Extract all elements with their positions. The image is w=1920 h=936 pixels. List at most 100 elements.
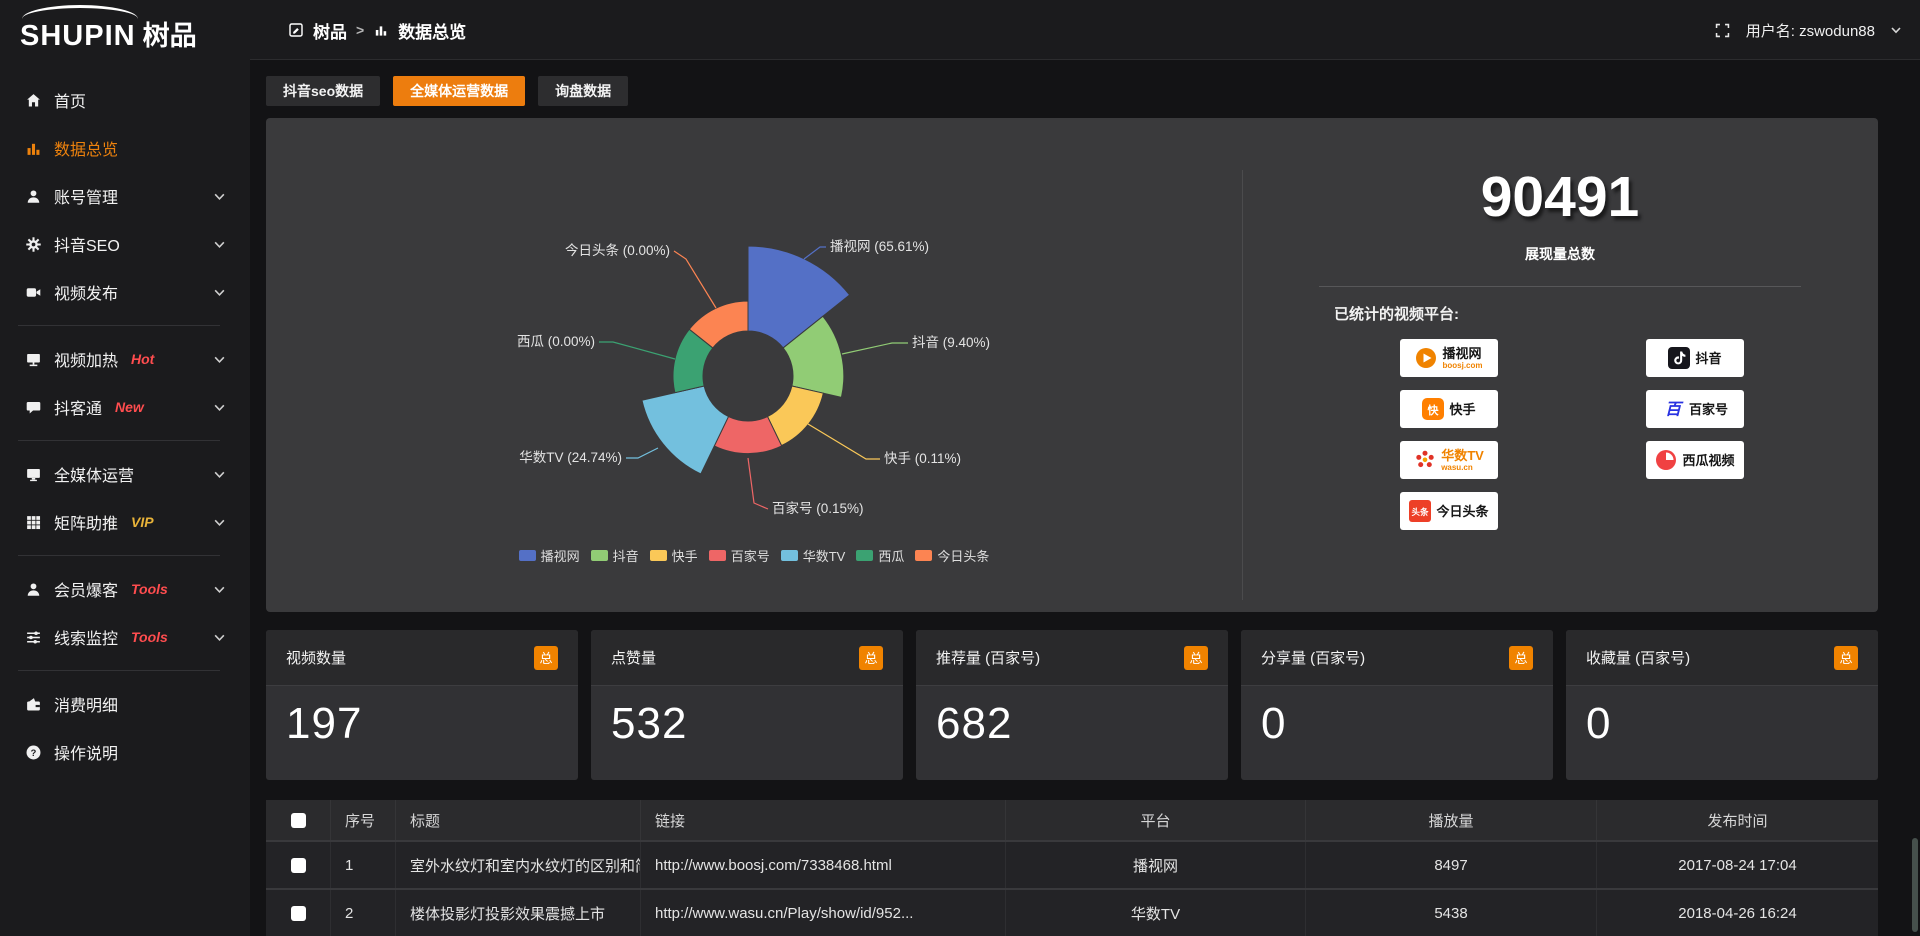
cell-index: 2 [330,890,395,936]
legend-label: 百家号 [731,546,770,565]
sidebar-item-badge: Tools [131,629,168,645]
tab-1[interactable]: 抖音seo数据 [266,76,380,106]
sidebar-item-3[interactable]: 账号管理 [0,172,250,220]
stat-card-1: 视频数量总197 [266,630,578,780]
sidebar-divider [18,670,220,671]
platform-badge-wasu: 华数TVwasu.cn [1400,441,1498,479]
sidebar-item-2[interactable]: 数据总览 [0,124,250,172]
wasu-logo-icon [1414,449,1436,471]
legend-item-5[interactable]: 华数TV [781,546,846,565]
sidebar-item-8[interactable]: 全媒体运营 [0,450,250,498]
bar-chart-icon [373,22,389,38]
table-header-row: 序号标题链接平台播放量发布时间 [266,800,1878,842]
legend-item-1[interactable]: 播视网 [519,546,580,565]
sidebar-item-label: 视频发布 [54,280,118,304]
pie-label-line [804,247,826,259]
breadcrumb-current: 数据总览 [398,18,466,43]
svg-text:头条: 头条 [1412,507,1430,517]
platform-column-2: 抖音百百家号西瓜视频 [1646,339,1744,530]
select-all-checkbox[interactable] [291,813,306,828]
chevron-down-icon [213,631,226,644]
cell-platform: 播视网 [1005,842,1305,888]
sidebar: 首页数据总览账号管理抖音SEO 视频发布视频加热Hot抖客通New 全媒体运营矩阵助… [0,60,250,936]
stat-card-title: 视频数量 [286,647,346,668]
stat-card-header: 点赞量总 [591,630,903,686]
legend-item-2[interactable]: 抖音 [591,546,639,565]
sidebar-item-13[interactable]: ?操作说明 [0,728,250,776]
sidebar-item-1[interactable]: 首页 [0,76,250,124]
platform-subtext: boosj.com [1442,362,1482,370]
sidebar-item-12[interactable]: 消费明细 [0,680,250,728]
platform-subtext: wasu.cn [1441,464,1473,472]
cell-title-link[interactable]: 室外水纹灯和室内水纹灯的区别和简介 [395,842,640,888]
sidebar-item-11[interactable]: 线索监控Tools [0,613,250,661]
platform-column-1: 播视网boosj.com快快手华数TVwasu.cn头条今日头条 [1400,339,1498,530]
row-checkbox[interactable] [291,858,306,873]
username[interactable]: 用户名: zswodun88 [1746,20,1875,41]
sidebar-item-badge: VIP [131,514,154,530]
legend-item-7[interactable]: 今日头条 [915,546,989,565]
sidebar-item-label: 全媒体运营 [54,462,134,486]
douyin-logo-icon [1668,347,1690,369]
legend-label: 西瓜 [878,546,904,565]
stat-card-header: 视频数量总 [266,630,578,686]
legend-item-4[interactable]: 百家号 [709,546,770,565]
stat-cards-row: 视频数量总197点赞量总532推荐量 (百家号)总682分享量 (百家号)总0收… [266,630,1878,780]
display-icon [24,466,42,483]
monitor-icon [24,351,42,368]
gear-icon [24,236,42,253]
stat-card-header: 分享量 (百家号)总 [1241,630,1553,686]
baijiahao-logo-icon: 百 [1662,398,1684,420]
chevron-down-icon [213,516,226,529]
pie-label: 播视网 (65.61%) [830,239,929,254]
wallet-icon [24,696,42,713]
chevron-down-icon [213,353,226,366]
tab-3[interactable]: 询盘数据 [538,76,628,106]
grid-icon [24,514,42,531]
home-icon [24,92,42,109]
pie-slice-5[interactable] [642,386,729,474]
table-row-1: 1室外水纹灯和室内水纹灯的区别和简介http://www.boosj.com/7… [266,842,1878,890]
row-checkbox[interactable] [291,906,306,921]
pie-label: 西瓜 (0.00%) [517,334,595,349]
sidebar-item-10[interactable]: 会员爆客 Tools [0,565,250,613]
sidebar-item-label: 会员爆客 [54,577,118,601]
sidebar-item-9[interactable]: 矩阵助推VIP [0,498,250,546]
legend-item-6[interactable]: 西瓜 [856,546,904,565]
breadcrumb-home[interactable]: 树品 [313,18,347,43]
cell-title-link[interactable]: 楼体投影灯投影效果震撼上市 [395,890,640,936]
sidebar-item-badge: Hot [131,351,154,367]
platforms-heading: 已统计的视频平台: [1334,303,1878,324]
chevron-down-icon [213,190,226,203]
chevron-down-icon[interactable] [1890,24,1902,36]
page-scrollbar-thumb[interactable] [1912,838,1918,932]
cell-url-link[interactable]: http://www.boosj.com/7338468.html [640,842,1005,888]
rose-pie-chart[interactable]: 播视网 (65.61%)抖音 (9.40%)快手 (0.11%)百家号 (0.1… [266,118,1242,612]
legend-color-chip [915,550,932,561]
platform-badge-boosj: 播视网boosj.com [1400,339,1498,377]
app-root: SHUPIN 树品 树品 > 数据总览 用户名: zswodun88 首页数 [0,0,1920,936]
platform-name: 快手 [1449,403,1475,416]
sidebar-item-badge: Tools [131,581,168,597]
pie-label: 今日头条 (0.00%) [565,242,670,258]
pie-slice-1[interactable] [748,246,850,348]
sidebar-item-5[interactable]: 视频发布 [0,268,250,316]
cell-url-link[interactable]: http://www.wasu.cn/Play/show/id/952... [640,890,1005,936]
fullscreen-icon[interactable] [1714,22,1731,39]
chevron-down-icon [213,286,226,299]
cell-index: 1 [330,842,395,888]
tab-2[interactable]: 全媒体运营数据 [393,76,525,106]
sidebar-item-4[interactable]: 抖音SEO [0,220,250,268]
stat-card-header: 收藏量 (百家号)总 [1566,630,1878,686]
platform-badge-douyin: 抖音 [1646,339,1744,377]
toutiao-logo-icon: 头条 [1409,500,1431,522]
stat-card-title: 收藏量 (百家号) [1586,647,1690,668]
legend-item-3[interactable]: 快手 [650,546,698,565]
total-badge: 总 [1184,646,1208,670]
stat-card-4: 分享量 (百家号)总0 [1241,630,1553,780]
sidebar-item-6[interactable]: 视频加热Hot [0,335,250,383]
table-header-cell: 序号 [330,800,395,840]
sidebar-item-7[interactable]: 抖客通New [0,383,250,431]
pie-label-line [674,251,716,308]
pie-label-line [626,448,658,458]
